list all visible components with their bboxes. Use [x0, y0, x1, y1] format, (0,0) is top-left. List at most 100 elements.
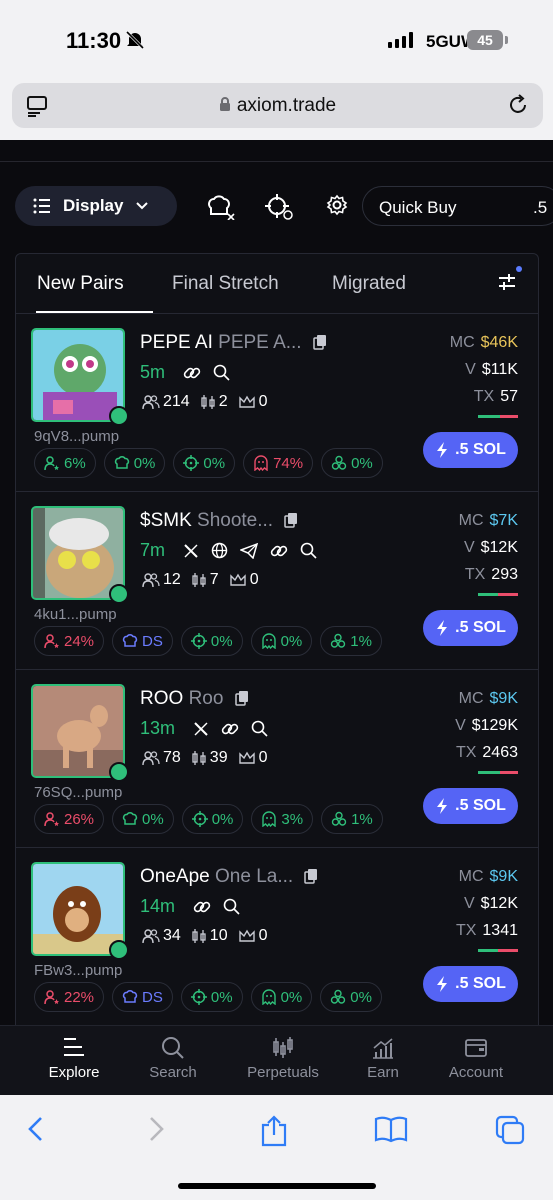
display-button[interactable]: Display [15, 186, 177, 226]
token-image[interactable] [31, 862, 125, 956]
candles-icon [192, 751, 206, 765]
chef-icon [122, 989, 138, 1005]
link-icon[interactable] [183, 364, 201, 382]
stat-chip[interactable]: 6% [34, 448, 96, 478]
x-logo-icon[interactable] [183, 543, 199, 559]
crosshair-settings-icon[interactable] [265, 194, 295, 222]
nav-search[interactable]: Search [146, 1036, 200, 1081]
quick-buy-button[interactable]: .5 SOL [423, 610, 518, 646]
display-label: Display [63, 196, 124, 215]
stat-chip-value: 0% [211, 810, 234, 828]
crown-icon [230, 573, 246, 586]
copy-icon[interactable] [234, 690, 249, 706]
search-icon[interactable] [251, 720, 268, 737]
market-cap-label: MC [449, 334, 475, 351]
quick-buy-button[interactable]: .5 SOL [423, 432, 518, 468]
tab-final-stretch[interactable]: Final Stretch [172, 273, 279, 295]
token-card[interactable]: FBw3...pump OneApe One La... 14m 34 10 0… [16, 848, 538, 1026]
token-address[interactable]: 76SQ...pump [34, 784, 122, 801]
quick-buy-value[interactable]: .5 [533, 198, 547, 218]
stat-chip[interactable]: 0% [250, 626, 313, 656]
quick-buy-button[interactable]: .5 SOL [423, 788, 518, 824]
stat-chip[interactable]: 1% [320, 626, 382, 656]
globe-icon[interactable] [211, 542, 228, 559]
share-icon[interactable] [260, 1115, 288, 1147]
token-address[interactable]: 9qV8...pump [34, 428, 119, 445]
stat-chip[interactable]: DS [112, 982, 173, 1012]
stat-chip[interactable]: 0% [173, 448, 236, 478]
search-icon[interactable] [300, 542, 317, 559]
stat-chip[interactable]: 3% [251, 804, 314, 834]
telegram-icon[interactable] [240, 542, 259, 559]
stat-chip[interactable]: DS [112, 626, 173, 656]
signal-icon [388, 32, 413, 48]
quick-buy-field[interactable]: Quick Buy .5 [362, 186, 553, 226]
filter-icon[interactable] [497, 272, 517, 292]
token-address[interactable]: FBw3...pump [34, 962, 122, 979]
crown-icon [238, 395, 255, 408]
tab-migrated[interactable]: Migrated [332, 273, 406, 295]
url-text-wrap[interactable]: axiom.trade [12, 95, 543, 117]
stat-chip[interactable]: 0% [320, 982, 382, 1012]
url-bar[interactable]: axiom.trade [12, 83, 543, 128]
search-icon[interactable] [223, 898, 240, 915]
link-icon[interactable] [221, 720, 239, 738]
copy-icon[interactable] [304, 868, 318, 884]
token-stat-chips: 6% 0% 0% 74% 0% [34, 448, 383, 478]
reload-icon[interactable] [507, 94, 529, 116]
kol-count: 0 [258, 393, 268, 410]
stat-chip[interactable]: 22% [34, 982, 105, 1012]
token-image[interactable] [31, 328, 125, 422]
tab-new-pairs[interactable]: New Pairs [37, 273, 124, 295]
tx-label: TX [455, 744, 477, 761]
market-cap-value: $9K [489, 690, 518, 707]
link-icon[interactable] [193, 898, 211, 916]
stat-chip[interactable]: 0% [180, 982, 243, 1012]
stat-chip[interactable]: 0% [321, 448, 383, 478]
token-name: Roo [188, 688, 224, 709]
market-cap: MC $9K [455, 690, 518, 717]
tabs-icon[interactable] [495, 1115, 525, 1145]
bookmarks-icon[interactable] [374, 1115, 408, 1143]
tx-value: 293 [491, 566, 518, 583]
quick-buy-button-label: .5 SOL [455, 975, 506, 992]
gear-icon[interactable] [326, 194, 348, 216]
holders-count: 34 [163, 927, 181, 944]
stat-chip[interactable]: 0% [180, 626, 243, 656]
copy-icon[interactable] [313, 334, 327, 350]
token-image[interactable] [31, 506, 125, 600]
nav-perpetuals[interactable]: Perpetuals [242, 1036, 324, 1081]
quick-buy-button[interactable]: .5 SOL [423, 966, 518, 1002]
x-logo-icon[interactable] [193, 721, 209, 737]
nav-explore[interactable]: Explore [46, 1036, 102, 1081]
nav-earn[interactable]: Earn [362, 1036, 404, 1081]
user-star-icon [44, 455, 60, 471]
stat-chip[interactable]: 26% [34, 804, 105, 834]
stat-chip[interactable]: 74% [243, 448, 314, 478]
stat-chip[interactable]: 24% [34, 626, 105, 656]
nav-account[interactable]: Account [444, 1036, 508, 1081]
back-icon[interactable] [26, 1115, 46, 1143]
token-address[interactable]: 4ku1...pump [34, 606, 117, 623]
token-stat-chips: 22% DS 0% 0% 0% [34, 982, 382, 1012]
token-card[interactable]: 9qV8...pump PEPE AI PEPE A... 5m 214 2 0… [16, 314, 538, 492]
copy-icon[interactable] [284, 512, 298, 528]
token-card[interactable]: 76SQ...pump ROO Roo 13m 78 39 0 MC $9K V $… [16, 670, 538, 848]
stat-chip[interactable]: 0% [250, 982, 313, 1012]
tabs-bar: New Pairs Final Stretch Migrated [16, 254, 538, 314]
stat-chip-value: 0% [133, 454, 156, 472]
pill-icon [109, 406, 129, 426]
quick-buy-button-label: .5 SOL [455, 797, 506, 814]
forward-icon[interactable] [146, 1115, 166, 1143]
token-image[interactable] [31, 684, 125, 778]
lightning-icon [437, 620, 448, 636]
stat-chip[interactable]: 1% [321, 804, 383, 834]
search-icon[interactable] [213, 364, 230, 381]
stat-chip-value: 24% [64, 632, 95, 650]
link-icon[interactable] [270, 542, 288, 560]
stat-chip[interactable]: 0% [103, 448, 166, 478]
token-card[interactable]: 4ku1...pump $SMK Shoote... 7m 12 7 0 MC $… [16, 492, 538, 670]
stat-chip[interactable]: 0% [181, 804, 244, 834]
stat-chip[interactable]: 0% [112, 804, 174, 834]
chef-hat-off-icon[interactable] [206, 194, 236, 220]
